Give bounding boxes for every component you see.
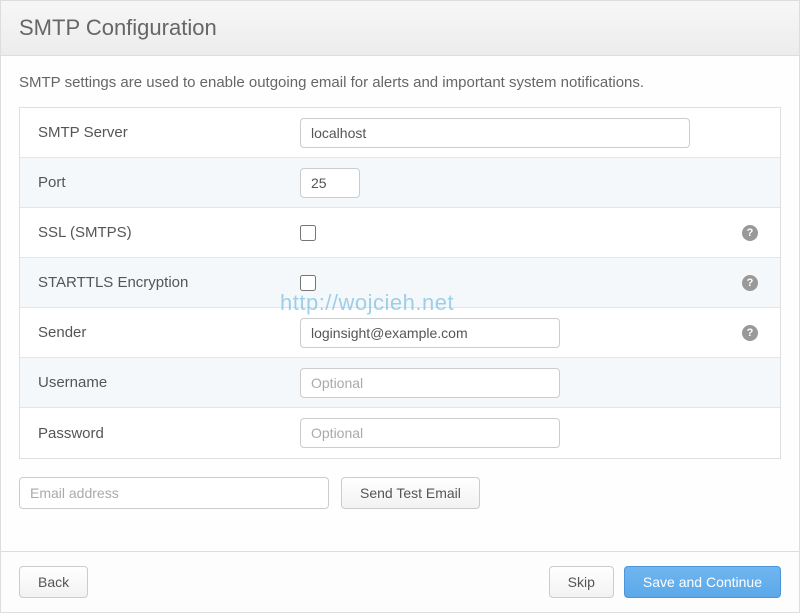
ssl-checkbox[interactable] [300,225,316,241]
label-ssl: SSL (SMTPS) [20,212,300,253]
smtp-server-input[interactable] [300,118,690,148]
row-smtp-server: SMTP Server [20,108,780,158]
row-starttls: STARTTLS Encryption ? [20,258,780,308]
help-icon[interactable]: ? [742,325,758,341]
test-email-input[interactable] [19,477,329,509]
sender-input[interactable] [300,318,560,348]
label-smtp-server: SMTP Server [20,112,300,153]
label-password: Password [20,413,300,454]
help-icon[interactable]: ? [742,225,758,241]
row-ssl: SSL (SMTPS) ? [20,208,780,258]
save-continue-button[interactable]: Save and Continue [624,566,781,598]
smtp-config-panel: SMTP Configuration SMTP settings are use… [0,0,800,613]
panel-content: SMTP settings are used to enable outgoin… [1,56,799,551]
help-icon[interactable]: ? [742,275,758,291]
username-input[interactable] [300,368,560,398]
test-email-row: Send Test Email [19,477,781,509]
back-button[interactable]: Back [19,566,88,598]
skip-button[interactable]: Skip [549,566,614,598]
label-port: Port [20,162,300,203]
row-port: Port [20,158,780,208]
label-username: Username [20,362,300,403]
send-test-button[interactable]: Send Test Email [341,477,480,509]
row-password: Password [20,408,780,458]
label-starttls: STARTTLS Encryption [20,262,300,303]
smtp-form: SMTP Server Port SSL (SMTPS) ? STA [19,107,781,459]
panel-header: SMTP Configuration [1,1,799,56]
label-sender: Sender [20,312,300,353]
port-input[interactable] [300,168,360,198]
description-text: SMTP settings are used to enable outgoin… [19,74,781,91]
page-title: SMTP Configuration [19,15,781,41]
panel-footer: Back Skip Save and Continue [1,551,799,612]
row-username: Username [20,358,780,408]
password-input[interactable] [300,418,560,448]
row-sender: Sender ? [20,308,780,358]
starttls-checkbox[interactable] [300,275,316,291]
